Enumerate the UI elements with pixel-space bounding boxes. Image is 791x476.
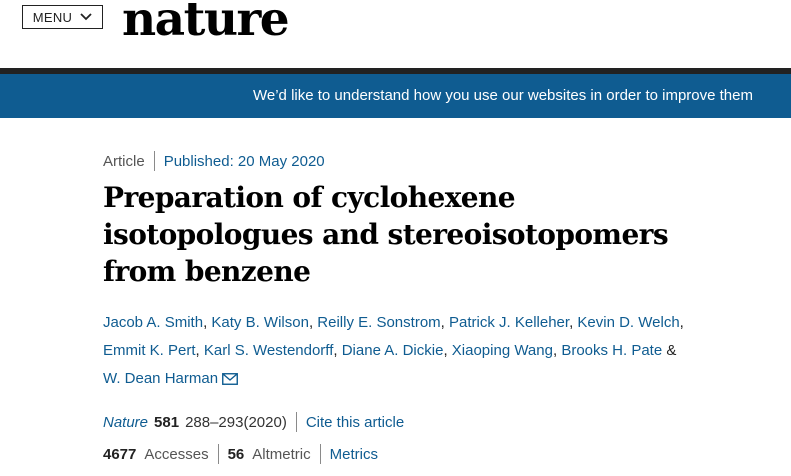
author-link[interactable]: Xiaoping Wang [452, 342, 553, 359]
banner-text[interactable]: We’d like to understand how you use our … [253, 87, 753, 104]
author-link[interactable]: Katy B. Wilson [211, 314, 309, 331]
journal-pages: 288–293(2020) [185, 413, 287, 431]
article-header: Article Published: 20 May 2020 Preparati… [103, 150, 763, 465]
chevron-down-icon [80, 13, 92, 21]
article-meta: Article Published: 20 May 2020 [103, 150, 763, 172]
author-list: Jacob A. Smith, Katy B. Wilson, Reilly E… [103, 314, 684, 387]
citation-line: Nature 581 288–293(2020) Cite this artic… [103, 411, 763, 433]
author-link[interactable]: Jacob A. Smith [103, 314, 203, 331]
author-link[interactable]: Kevin D. Welch [577, 314, 679, 331]
article-type: Article [103, 152, 145, 170]
metrics-link[interactable]: Metrics [330, 446, 378, 463]
accesses-count: 4677 [103, 445, 137, 463]
citation-separator [295, 412, 297, 432]
menu-button[interactable]: MENU [22, 5, 103, 29]
author-link[interactable]: Diane A. Dickie [342, 342, 444, 359]
meta-separator [153, 151, 155, 171]
menu-label: MENU [32, 9, 73, 25]
site-header: MENU nature [0, 0, 791, 68]
metrics-separator [217, 444, 219, 464]
author-link[interactable]: Reilly E. Sonstrom [317, 314, 440, 331]
nature-logo[interactable]: nature [122, 0, 290, 47]
published-date: Published: 20 May 2020 [163, 152, 325, 170]
altmetric-label: Altmetric [252, 445, 311, 463]
survey-banner[interactable]: We’d like to understand how you use our … [0, 74, 791, 118]
author-link[interactable]: W. Dean Harman [103, 370, 218, 387]
author-link[interactable]: Patrick J. Kelleher [449, 314, 569, 331]
altmetric-count: 56 [227, 445, 245, 463]
author-ampersand: & [666, 342, 677, 359]
mail-icon[interactable] [222, 373, 238, 385]
author-link[interactable]: Emmit K. Pert [103, 342, 196, 359]
metrics-separator [319, 444, 321, 464]
cite-this-article-link[interactable]: Cite this article [306, 414, 404, 431]
article-metrics: 4677 Accesses 56 Altmetric Metrics [103, 443, 763, 465]
accesses-label: Accesses [144, 445, 209, 463]
article-title: Preparation of cyclohexene isotopologues… [103, 181, 669, 288]
journal-name[interactable]: Nature [103, 414, 148, 431]
author-link[interactable]: Karl S. Westendorff [204, 342, 334, 359]
author-link[interactable]: Brooks H. Pate [561, 342, 662, 359]
journal-volume: 581 [154, 413, 180, 431]
